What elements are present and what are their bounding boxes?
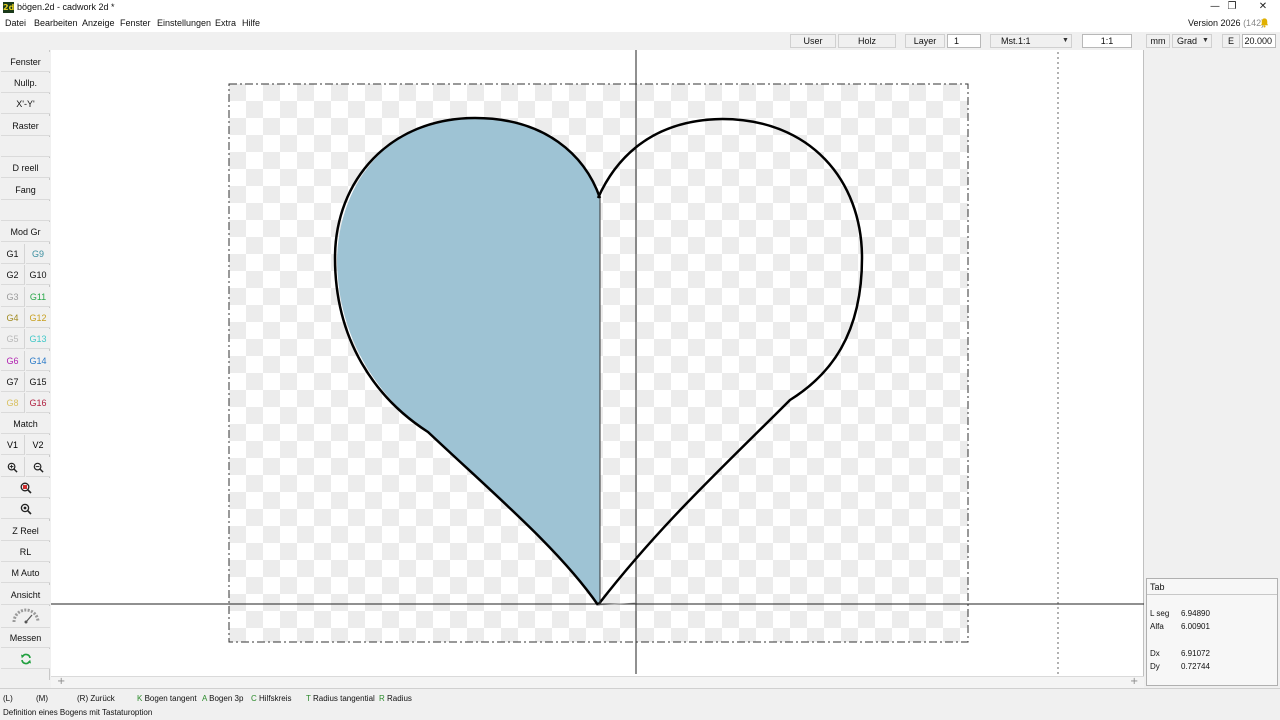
nullpunkt-button[interactable]: Nullp. — [1, 73, 50, 93]
empty-slot-button[interactable] — [1, 201, 50, 221]
group-button-g7[interactable]: G7 — [1, 371, 25, 392]
info-label-alfa: Alfa — [1150, 622, 1164, 631]
status-left-click: (L) — [3, 694, 13, 703]
group-button-g15[interactable]: G15 — [26, 371, 50, 392]
refresh-icon — [20, 653, 31, 665]
menu-fenster[interactable]: Fenster — [120, 18, 151, 28]
zoom-window-icon — [20, 482, 32, 494]
holz-button[interactable]: Holz — [838, 34, 896, 48]
horizontal-scrollbar[interactable] — [51, 676, 1144, 688]
menu-datei[interactable]: Datei — [5, 18, 26, 28]
gauge-button[interactable] — [1, 606, 50, 628]
group-button-g9[interactable]: G9 — [26, 244, 50, 264]
scale-select[interactable]: Mst.1:1 — [990, 34, 1072, 48]
group-button-g2[interactable]: G2 — [1, 265, 25, 286]
zoom-all-button[interactable] — [1, 499, 50, 519]
status-option-bogen-tangent[interactable]: K Bogen tangent — [137, 694, 197, 703]
messen-button[interactable]: Messen — [1, 628, 50, 648]
scroll-left-plus-icon[interactable]: + — [57, 676, 65, 687]
group-button-g4[interactable]: G4 — [1, 307, 25, 328]
layer-input[interactable]: 1 — [947, 34, 981, 48]
gauge-icon — [12, 608, 39, 624]
close-button[interactable]: ✕ — [1248, 0, 1278, 15]
mod-gr-button[interactable]: Mod Gr — [1, 222, 50, 242]
zoom-window-button[interactable] — [1, 478, 50, 498]
e-label: E — [1222, 34, 1240, 48]
group-button-g1[interactable]: G1 — [1, 244, 25, 264]
v2-button[interactable]: V2 — [26, 435, 50, 455]
match-button[interactable]: Match — [1, 414, 50, 434]
group-button-g14[interactable]: G14 — [26, 350, 50, 371]
info-value-lseg: 6.94890 — [1181, 609, 1210, 618]
zoom-out-icon — [33, 462, 44, 473]
group-button-g5[interactable]: G5 — [1, 329, 25, 350]
menu-bearbeiten[interactable]: Bearbeiten — [34, 18, 78, 28]
bell-icon[interactable] — [1259, 17, 1270, 28]
info-value-dx: 6.91072 — [1181, 649, 1210, 658]
rl-button[interactable]: RL — [1, 542, 50, 562]
menu-anzeige[interactable]: Anzeige — [82, 18, 115, 28]
info-value-dy: 0.72744 — [1181, 662, 1210, 671]
status-option-radius[interactable]: R Radius — [379, 694, 412, 703]
unit-label[interactable]: mm — [1146, 34, 1170, 48]
status-option-hilfskreis[interactable]: C Hilfskreis — [251, 694, 291, 703]
info-label-dy: Dy — [1150, 662, 1160, 671]
info-value-alfa: 6.00901 — [1181, 622, 1210, 631]
info-separator — [1147, 594, 1277, 595]
group-button-g6[interactable]: G6 — [1, 350, 25, 371]
menu-extra[interactable]: Extra — [215, 18, 236, 28]
group-button-g13[interactable]: G13 — [26, 329, 50, 350]
menu-einstellungen[interactable]: Einstellungen — [157, 18, 211, 28]
fang-button[interactable]: Fang — [1, 180, 50, 200]
window-title: bögen.2d - cadwork 2d * — [17, 2, 115, 12]
fenster-button[interactable]: Fenster — [1, 52, 50, 72]
xy-button[interactable]: X'-Y' — [1, 94, 50, 114]
info-title: Tab — [1150, 582, 1165, 592]
title-bar — [0, 0, 1280, 15]
v1-button[interactable]: V1 — [1, 435, 25, 455]
restore-button[interactable]: ❐ — [1217, 0, 1247, 15]
group-button-g8[interactable]: G8 — [1, 393, 25, 414]
scroll-right-plus-icon[interactable]: + — [1130, 676, 1138, 687]
angle-dropdown-icon[interactable]: ▼ — [1202, 37, 1209, 44]
z-reel-button[interactable]: Z Reel — [1, 521, 50, 541]
status-hint: Definition eines Bogens mit Tastaturopti… — [3, 708, 153, 717]
user-button[interactable]: User — [790, 34, 836, 48]
refresh-button[interactable] — [1, 649, 50, 669]
m-auto-button[interactable]: M Auto — [1, 563, 50, 583]
group-button-g10[interactable]: G10 — [26, 265, 50, 286]
e-value-input[interactable]: 20.000 — [1242, 34, 1276, 48]
info-label-dx: Dx — [1150, 649, 1160, 658]
drawing-surface[interactable] — [51, 50, 1144, 676]
layer-label: Layer — [905, 34, 945, 48]
group-button-g11[interactable]: G11 — [26, 286, 50, 307]
app-logo-icon: 2d — [3, 2, 15, 13]
status-option-bogen-3p[interactable]: A Bogen 3p — [202, 694, 243, 703]
menu-hilfe[interactable]: Hilfe — [242, 18, 260, 28]
zoom-all-icon — [20, 503, 32, 515]
zoom-in-button[interactable] — [1, 457, 25, 477]
version-label: Version 2026 (142) — [1188, 18, 1265, 28]
group-button-g3[interactable]: G3 — [1, 286, 25, 307]
info-label-lseg: L seg — [1150, 609, 1170, 618]
status-option-radius-tangential[interactable]: T Radius tangential — [306, 694, 375, 703]
status-bar — [0, 688, 1280, 720]
ansicht-button[interactable]: Ansicht — [1, 585, 50, 605]
raster-button[interactable]: Raster — [1, 116, 50, 136]
d-reell-button[interactable]: D reell — [1, 158, 50, 178]
drawing-canvas[interactable] — [51, 50, 1144, 676]
group-button-g16[interactable]: G16 — [26, 393, 50, 414]
zoom-in-icon — [7, 462, 18, 473]
ratio-field[interactable]: 1:1 — [1082, 34, 1132, 48]
scale-dropdown-icon[interactable]: ▼ — [1062, 37, 1069, 44]
empty-slot-button[interactable] — [1, 137, 50, 157]
status-right-click: (R) Zurück — [77, 694, 115, 703]
zoom-out-button[interactable] — [26, 457, 50, 477]
group-button-g12[interactable]: G12 — [26, 307, 50, 328]
status-middle-click: (M) — [36, 694, 48, 703]
